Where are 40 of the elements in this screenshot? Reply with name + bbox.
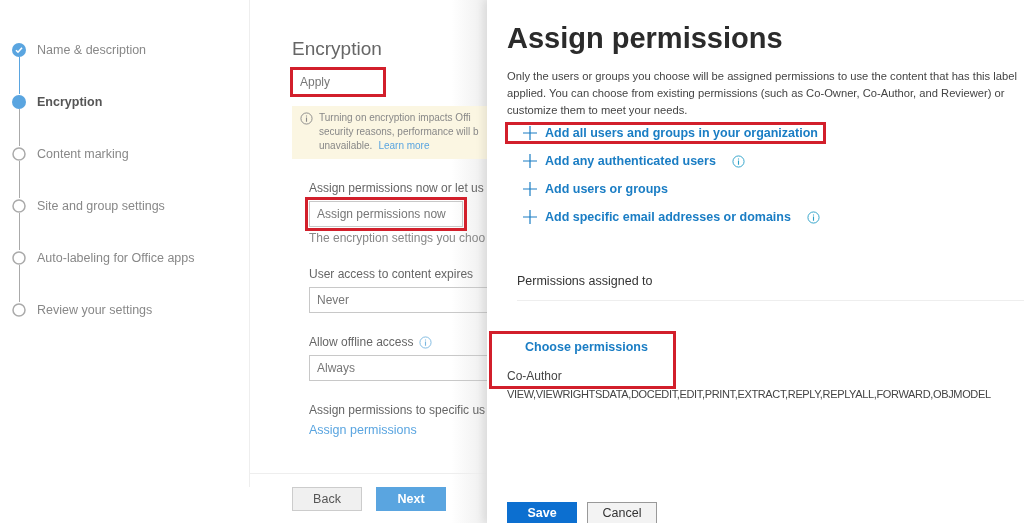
step-label[interactable]: Encryption [37, 94, 103, 146]
plus-icon [523, 210, 537, 224]
choose-permissions-link[interactable]: Choose permissions [525, 340, 648, 354]
step-label[interactable]: Content marking [37, 146, 129, 198]
info-icon [418, 335, 432, 349]
add-link[interactable]: Add specific email addresses or domains [505, 206, 799, 228]
section-heading: Permissions assigned to [517, 274, 1024, 301]
description: Only the users or groups you choose will be assigned permissions to use the content that has this label applied. You can choose from existing permissions (such as Co-Owner, Co-Author, and Reviewer) or customize them to meet your needs. [507, 69, 1018, 118]
field-label: Assign permissions now or let us [309, 181, 485, 195]
step-label[interactable]: Site and group settings [37, 198, 165, 250]
step-label[interactable]: Auto-labeling for Office apps [37, 250, 195, 302]
panel-title: Assign permissions [507, 22, 784, 56]
back-button[interactable]: Back [292, 487, 362, 511]
notice-text: Turning on encryption impacts Offi [319, 111, 472, 125]
notice-text: unavailable. [319, 139, 373, 153]
field-label: Allow offline access [309, 335, 414, 349]
section-title: Encryption [292, 38, 383, 61]
step-label[interactable]: Name & description [37, 42, 147, 94]
cancel-button[interactable]: Cancel [587, 502, 657, 523]
assign-permissions-link[interactable]: Assign permissions [309, 423, 487, 437]
rights-list: VIEW,VIEWRIGHTSDATA,DOCEDIT,EDIT,PRINT,EXTRACT,REPLY,REPLYALL,FORWARD,OBJMODEL [507, 388, 1024, 400]
field-label: User access to content expires [309, 267, 475, 281]
next-button[interactable]: Next [376, 487, 446, 511]
step-label[interactable]: Review your settings [37, 302, 153, 318]
apply-dropdown[interactable]: Apply [292, 69, 384, 95]
plus-icon [523, 154, 537, 168]
role-name: Co-Author [507, 369, 563, 383]
learn-more-link[interactable]: Learn more [378, 139, 430, 153]
add-link[interactable]: Add users or groups [505, 178, 676, 200]
plus-icon [523, 126, 537, 140]
info-icon [300, 112, 313, 125]
offline-dropdown[interactable]: Always [309, 355, 487, 381]
save-button[interactable]: Save [507, 502, 577, 523]
notice-text: security reasons, performance will b [319, 125, 479, 139]
field-label: Assign permissions to specific us [309, 403, 487, 417]
add-link[interactable]: Add any authenticated users [505, 150, 724, 172]
plus-icon [523, 182, 537, 196]
expires-dropdown[interactable]: Never [309, 287, 487, 313]
add-link[interactable]: Add all users and groups in your organization [505, 122, 826, 144]
help-text: The encryption settings you choo [309, 231, 487, 245]
